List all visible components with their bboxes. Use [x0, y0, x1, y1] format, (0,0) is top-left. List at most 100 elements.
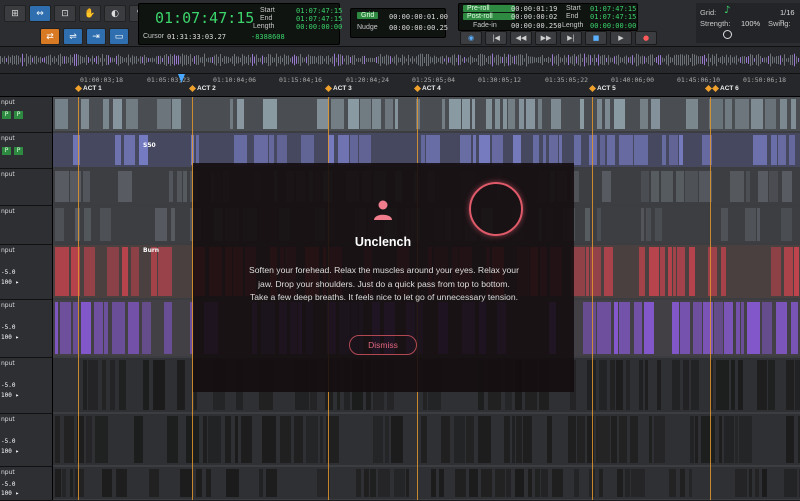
- end-value[interactable]: 01:07:47:15: [296, 15, 342, 23]
- track-name[interactable]: nput: [1, 171, 15, 178]
- track-header-4[interactable]: nput: [0, 206, 52, 245]
- tab-to-transient-icon[interactable]: ⇥: [86, 28, 106, 45]
- volume-value[interactable]: -5.0: [1, 438, 15, 445]
- tc-8: 01:40:06;00: [611, 76, 655, 84]
- marker-act-3[interactable]: ACT 3: [324, 84, 352, 93]
- note-icon: ♪: [724, 5, 731, 16]
- zoom-in-icon[interactable]: ⊞: [4, 5, 26, 22]
- main-counter[interactable]: 01:07:47:15: [155, 9, 254, 27]
- stop-icon[interactable]: ■: [585, 31, 607, 45]
- nudge-value[interactable]: 00:00:00:00.25: [389, 24, 448, 32]
- track-header-7[interactable]: nput -5.0 100 ▸: [0, 358, 52, 414]
- marker-act-5[interactable]: ACT 5: [588, 84, 616, 93]
- marker-diamond-icon: [324, 84, 333, 93]
- track-name[interactable]: nput: [1, 360, 15, 367]
- playlist-button[interactable]: P: [2, 147, 11, 155]
- postroll-label[interactable]: Post-roll: [463, 13, 515, 20]
- playlist-button[interactable]: P: [14, 111, 23, 119]
- rewind-icon[interactable]: ◀◀: [510, 31, 532, 45]
- track-header-9[interactable]: nput -5.0 100 ▸: [0, 467, 52, 501]
- pan-value[interactable]: 100 ▸: [1, 490, 19, 497]
- volume-value[interactable]: -5.0: [1, 269, 15, 276]
- grid-value[interactable]: 00:00:00:01.00: [389, 13, 448, 21]
- record-icon[interactable]: ●: [635, 31, 657, 45]
- start-value[interactable]: 01:07:47:15: [296, 7, 342, 15]
- selector-tool-icon[interactable]: ⊡: [54, 5, 76, 22]
- marker-label: ACT 5: [597, 85, 616, 92]
- start-label: Start: [260, 7, 275, 14]
- track-name[interactable]: nput: [1, 135, 15, 142]
- dialog-title: Unclench: [354, 235, 412, 249]
- roll-start-value[interactable]: 01:07:47:15: [590, 5, 636, 13]
- grabber-tool-icon[interactable]: ✋: [79, 5, 101, 22]
- track-name[interactable]: nput: [1, 247, 15, 254]
- cursor-label: Cursor: [143, 33, 165, 40]
- track-header-1[interactable]: nput P P: [0, 97, 52, 133]
- transport-controls: ◉ |◀ ◀◀ ▶▶ ▶| ■ ▶ ●: [460, 31, 657, 45]
- quantize-panel: Grid: ♪ 1/16 n Strength: 100% Swing:: [696, 3, 800, 43]
- end-label: End: [260, 15, 273, 22]
- roll-display: Pre-roll Post-roll Fade-in 00:00:01:19 0…: [458, 3, 638, 31]
- clip-label[interactable]: S50: [143, 142, 156, 149]
- tc-4: 01:20:04;24: [346, 76, 390, 84]
- track-header-6[interactable]: nput -5.0 100 ▸: [0, 300, 52, 358]
- return-to-zero-icon[interactable]: |◀: [485, 31, 507, 45]
- smart-tool-icon[interactable]: ⇄: [40, 28, 60, 45]
- tc-6: 01:30:05;12: [478, 76, 522, 84]
- marker-diamond-icon: [413, 84, 422, 93]
- roll-length-value[interactable]: 00:00:00:00: [590, 22, 636, 30]
- length-value[interactable]: 00:00:00:00: [296, 23, 342, 31]
- pan-value[interactable]: 100 ▸: [1, 334, 19, 341]
- pan-value[interactable]: 100 ▸: [1, 392, 19, 399]
- preroll-label[interactable]: Pre-roll: [463, 5, 515, 12]
- strength-value[interactable]: 100%: [741, 19, 760, 28]
- roll-end-label: End: [566, 13, 579, 20]
- marker-act-2[interactable]: ACT 2: [188, 84, 216, 93]
- volume-value[interactable]: -5.0: [1, 382, 15, 389]
- timeline-overview[interactable]: [0, 47, 800, 74]
- roll-end-value[interactable]: 01:07:47:15: [590, 13, 636, 21]
- track-name[interactable]: nput: [1, 302, 15, 309]
- playlist-button[interactable]: P: [14, 147, 23, 155]
- play-icon[interactable]: ▶: [610, 31, 632, 45]
- edit-toolbar: ⊞ ⇔ ⊡ ✋ ◐ ✎ ⇄ ⇌ ⇥ ▭ 01:07:47:15 Start En…: [0, 0, 800, 47]
- track-header-3[interactable]: nput: [0, 169, 52, 206]
- marker-act-1[interactable]: ACT 1: [74, 84, 102, 93]
- playlist-button[interactable]: P: [2, 111, 11, 119]
- strength-label: Strength:: [700, 19, 731, 28]
- track-name[interactable]: nput: [1, 208, 15, 215]
- marker-label: ACT 2: [197, 85, 216, 92]
- tc-9: 01:45:06;10: [677, 76, 721, 84]
- link-icon[interactable]: ⇌: [63, 28, 83, 45]
- track-header-2[interactable]: nput P P: [0, 133, 52, 169]
- clip-label[interactable]: Burn: [143, 247, 159, 254]
- track-header-8[interactable]: nput -5.0 100 ▸: [0, 414, 52, 467]
- timecode-ruler[interactable]: 01:00:03;18 01:05:03;23 01:10:04;06 01:1…: [0, 74, 800, 97]
- fadein-value[interactable]: 00:00:00.250: [511, 22, 562, 30]
- grid-label[interactable]: Grid: [357, 12, 379, 19]
- dismiss-button[interactable]: Dismiss: [349, 335, 417, 355]
- go-to-end-icon[interactable]: ▶|: [560, 31, 582, 45]
- volume-value[interactable]: -5.0: [1, 481, 15, 488]
- tc-2: 01:10:04;06: [213, 76, 257, 84]
- online-icon[interactable]: ◉: [460, 31, 482, 45]
- marker-act-4[interactable]: ACT 4: [413, 84, 441, 93]
- trim-tool-icon[interactable]: ⇔: [29, 5, 51, 22]
- track-name[interactable]: nput: [1, 416, 15, 423]
- postroll-value[interactable]: 00:00:00:02: [511, 13, 557, 21]
- preroll-value[interactable]: 00:00:01:19: [511, 5, 557, 13]
- mirror-icon[interactable]: ▭: [109, 28, 129, 45]
- pan-value[interactable]: 100 ▸: [1, 448, 19, 455]
- scrubber-tool-icon[interactable]: ◐: [104, 5, 126, 22]
- track-name[interactable]: nput: [1, 469, 15, 476]
- track-header-5[interactable]: nput -5.0 100 ▸: [0, 245, 52, 300]
- roll-length-label: Length: [562, 22, 584, 29]
- fast-forward-icon[interactable]: ▶▶: [535, 31, 557, 45]
- roll-start-label: Start: [566, 5, 581, 12]
- pan-value[interactable]: 100 ▸: [1, 279, 19, 286]
- search-icon[interactable]: [723, 30, 732, 39]
- track-name[interactable]: nput: [1, 99, 15, 106]
- marker-diamond-icon: [188, 84, 197, 93]
- volume-value[interactable]: -5.0: [1, 324, 15, 331]
- marker-act-6[interactable]: ACT 6: [704, 84, 739, 93]
